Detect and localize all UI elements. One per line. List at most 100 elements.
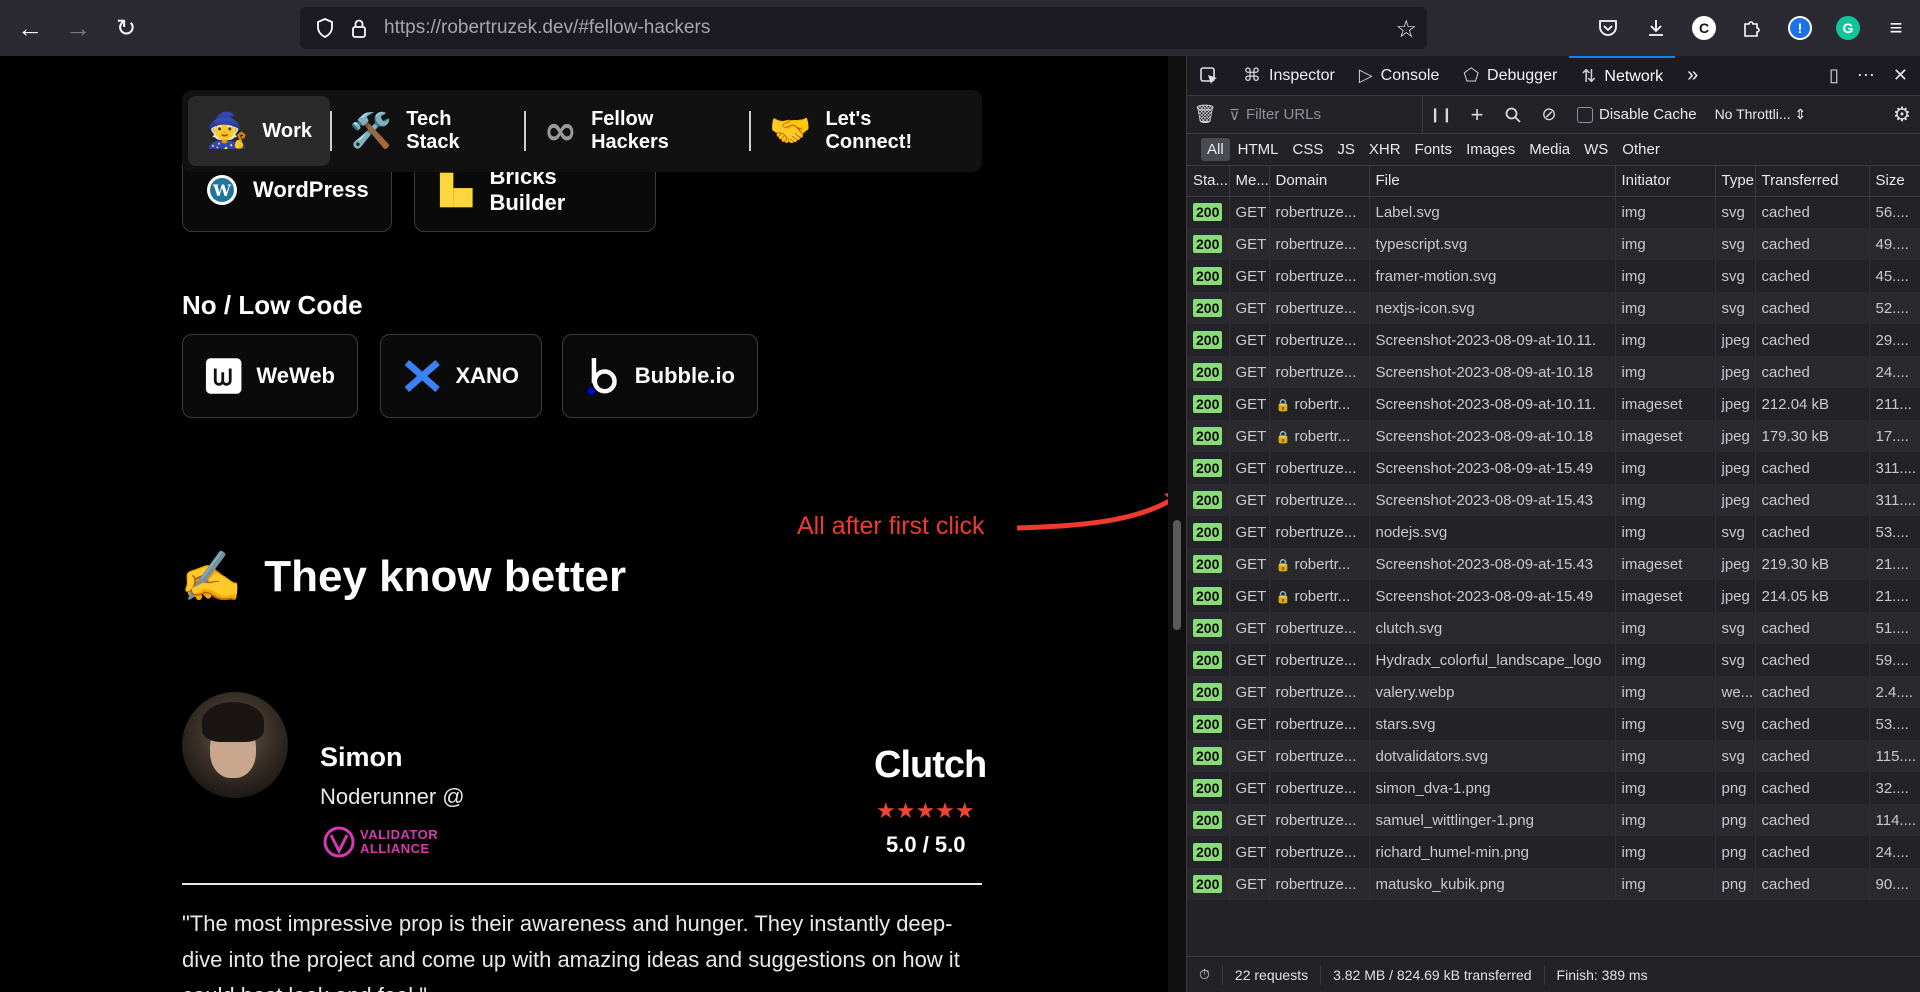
type-filter-all[interactable]: All [1201,138,1230,161]
back-icon[interactable]: ← [6,0,54,56]
table-row[interactable]: 200 GET robertruze... Screenshot-2023-08-09… [1187,484,1920,516]
filter-urls-input[interactable]: ⊽ Filter URLs [1223,95,1423,134]
forward-icon[interactable]: → [54,0,102,56]
extension-g-icon[interactable]: G [1824,0,1872,56]
type-filter-images[interactable]: Images [1460,138,1521,161]
disable-cache-checkbox[interactable]: Disable Cache [1577,106,1697,123]
table-row[interactable]: 200 GET robertruze... framer-motion.svg img s… [1187,260,1920,292]
table-row[interactable]: 200 GET robertruze... nextjs-icon.svg img svg… [1187,292,1920,324]
dock-icon[interactable]: ▯ [1829,65,1839,86]
table-row[interactable]: 200 GET robertruze... dotvalidators.svg img s… [1187,740,1920,772]
web-page: W WordPress Bricks Builder 🧙 Work 🛠️ Tec… [0,56,1168,992]
column-header-method[interactable]: Me... [1229,166,1270,197]
url-text[interactable]: https://robertruzek.dev/#fellow-hackers [384,17,710,39]
table-row[interactable]: 200 GET 🔒 robertr... Screenshot-2023-08-09-a… [1187,388,1920,420]
status-badge: 200 [1193,523,1223,541]
lock-icon[interactable] [342,7,376,49]
table-row[interactable]: 200 GET robertruze... simon_dva-1.png img png… [1187,772,1920,804]
table-row[interactable]: 200 GET robertruze... Hydradx_colorful_land… [1187,644,1920,676]
type-filter-ws[interactable]: WS [1578,138,1614,161]
cell-transferred: cached [1755,676,1870,708]
extensions-puzzle-icon[interactable] [1728,0,1776,56]
password-manager-icon[interactable]: ! [1776,0,1824,56]
table-row[interactable]: 200 GET robertruze... stars.svg img svg cached… [1187,708,1920,740]
type-filter-html[interactable]: HTML [1232,138,1285,161]
tab-debugger[interactable]: ⬠ Debugger [1451,56,1569,96]
table-row[interactable]: 200 GET robertruze... nodejs.svg img svg cache… [1187,516,1920,548]
cell-status: 200 [1187,868,1230,900]
type-filter-other[interactable]: Other [1616,138,1666,161]
extension-c-icon[interactable]: C [1680,0,1728,56]
type-filter-js[interactable]: JS [1331,138,1361,161]
reload-icon[interactable]: ↻ [102,0,150,56]
browser-toolbar: ← → ↻ https://robertruzek.dev/#fellow-ha… [0,0,1920,56]
table-row[interactable]: 200 GET robertruze... Screenshot-2023-08-09… [1187,324,1920,356]
type-filter-xhr[interactable]: XHR [1363,138,1407,161]
cell-type: jpeg [1715,324,1756,356]
type-filter-fonts[interactable]: Fonts [1409,138,1459,161]
column-header-size[interactable]: Size [1869,166,1920,197]
checkbox-box[interactable] [1577,106,1593,123]
table-row[interactable]: 200 GET robertruze... Label.svg img svg cached… [1187,196,1920,228]
tab-inspector[interactable]: ⌘ Inspector [1231,56,1347,96]
download-icon[interactable] [1632,0,1680,56]
table-row[interactable]: 200 GET 🔒 robertr... Screenshot-2023-08-09-a… [1187,580,1920,612]
more-options-icon[interactable]: ⋯ [1857,65,1875,86]
wizard-icon: 🧙 [206,112,249,150]
domain-text: robertr... [1294,587,1351,605]
shield-icon[interactable] [308,7,342,49]
search-icon[interactable] [1495,96,1531,134]
table-row[interactable]: 200 GET robertruze... valery.webp img we... ca… [1187,676,1920,708]
table-row[interactable]: 200 GET robertruze... Screenshot-2023-08-09… [1187,452,1920,484]
table-row[interactable]: 200 GET robertruze... typescript.svg img svg c… [1187,228,1920,260]
chip-label: Bubble.io [634,363,735,388]
pause-icon[interactable]: ❙❙ [1423,96,1459,134]
cell-type: svg [1715,196,1756,228]
column-header-domain[interactable]: Domain [1269,166,1370,197]
more-tabs-chevron-icon[interactable]: » [1675,56,1710,96]
table-row[interactable]: 200 GET 🔒 robertr... Screenshot-2023-08-09-a… [1187,420,1920,452]
nav-item-fellow-hackers[interactable]: ∞ Fellow Hackers [526,96,749,166]
domain-text: robertruze... [1275,779,1357,797]
validator-alliance-logo: VALIDATOR ALLIANCE [322,822,452,862]
bookmark-star-icon[interactable]: ☆ [1395,15,1417,44]
tab-network[interactable]: ⇅ Network [1569,55,1676,96]
table-row[interactable]: 200 GET robertruze... samuel_wittlinger-1.p… [1187,804,1920,836]
block-icon[interactable]: ⊘ [1531,96,1567,134]
cell-initiator: img [1615,804,1716,836]
column-header-initiator[interactable]: Initiator [1615,166,1716,197]
cell-method: GET [1229,484,1270,516]
close-icon[interactable]: ✕ [1893,65,1908,86]
cell-file: Screenshot-2023-08-09-at-15.43 [1369,484,1616,516]
cell-method: GET [1229,580,1270,612]
table-row[interactable]: 200 GET robertruze... matusko_kubik.png img p… [1187,868,1920,900]
pocket-icon[interactable] [1584,0,1632,56]
cell-status: 200 [1187,708,1230,740]
trash-icon[interactable]: 🗑 [1187,96,1223,134]
gear-icon[interactable]: ⚙ [1884,102,1920,127]
type-filter-media[interactable]: Media [1523,138,1576,161]
table-row[interactable]: 200 GET robertruze... clutch.svg img svg cache… [1187,612,1920,644]
table-row[interactable]: 200 GET robertruze... Screenshot-2023-08-09… [1187,356,1920,388]
table-row[interactable]: 200 GET 🔒 robertr... Screenshot-2023-08-09-a… [1187,548,1920,580]
cell-method: GET [1229,228,1270,260]
table-row[interactable]: 200 GET robertruze... richard_humel-min.png… [1187,836,1920,868]
menu-hamburger-icon[interactable]: ≡ [1872,0,1920,56]
column-header-status[interactable]: Sta... [1187,166,1230,197]
element-picker-icon[interactable] [1187,56,1231,96]
column-header-type[interactable]: Type [1715,166,1756,197]
tab-console[interactable]: ▷ Console [1347,56,1452,96]
column-header-file[interactable]: File [1369,166,1616,197]
cell-initiator: imageset [1615,388,1716,420]
add-icon[interactable]: + [1459,96,1495,134]
page-scrollbar-thumb[interactable] [1173,520,1181,630]
nav-item-lets-connect[interactable]: 🤝 Let's Connect! [751,96,976,166]
url-bar[interactable]: https://robertruzek.dev/#fellow-hackers … [300,7,1427,49]
chip-label: XANO [455,363,519,388]
throttling-select[interactable]: No Throttli... ⇕ [1715,106,1815,123]
xano-icon [404,360,440,392]
nav-item-work[interactable]: 🧙 Work [188,96,330,166]
column-header-transferred[interactable]: Transferred [1755,166,1870,197]
type-filter-css[interactable]: CSS [1287,138,1330,161]
nav-item-tech-stack[interactable]: 🛠️ Tech Stack [332,96,524,166]
